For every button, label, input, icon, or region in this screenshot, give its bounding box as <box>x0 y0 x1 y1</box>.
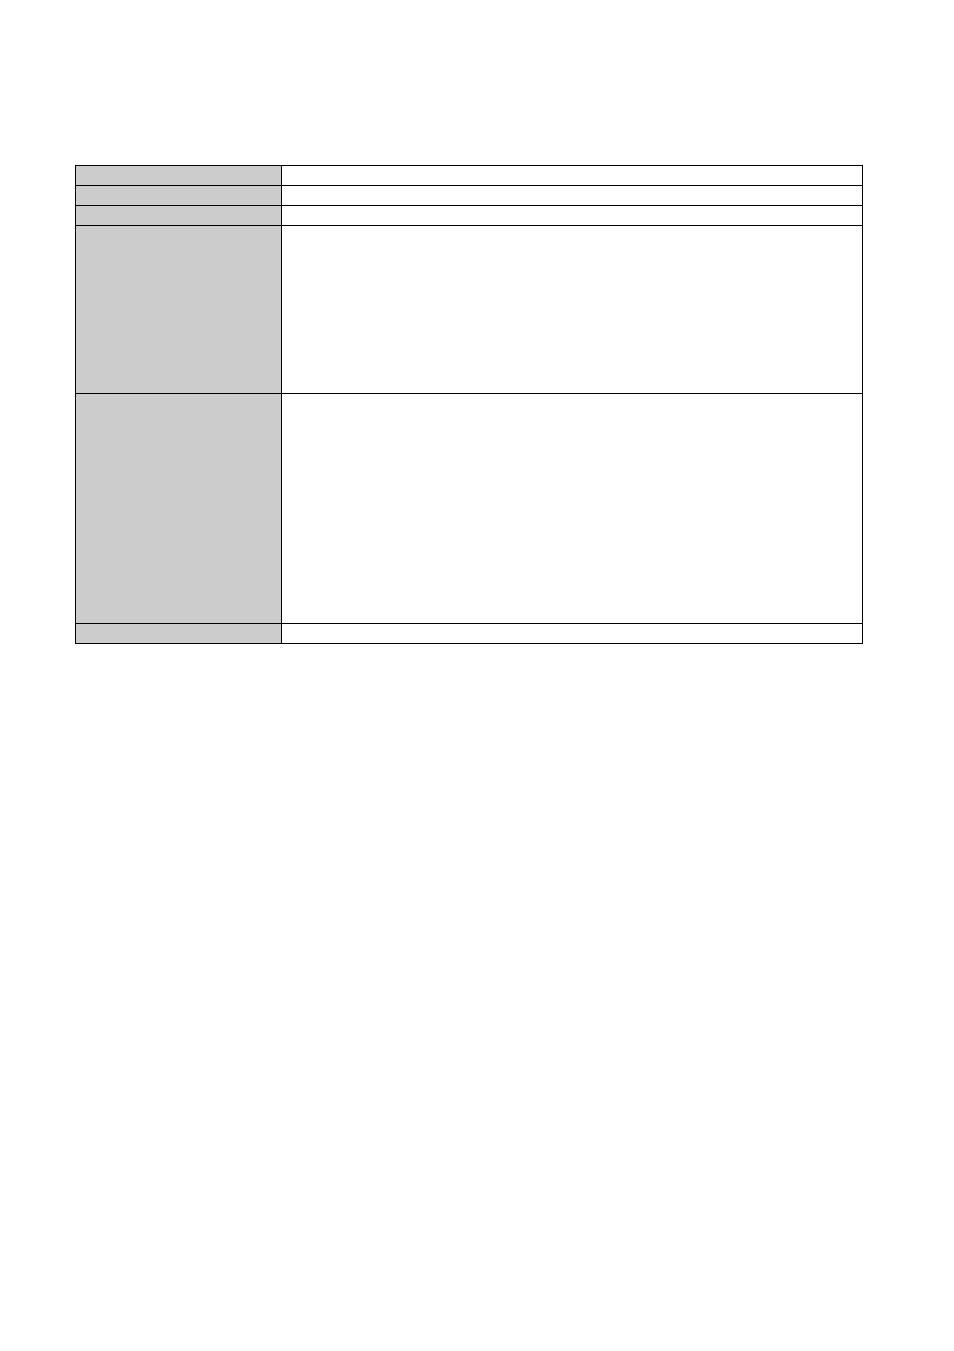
table-row <box>76 394 863 624</box>
table-row <box>76 624 863 644</box>
label-cell <box>76 624 282 644</box>
label-cell <box>76 186 282 206</box>
page <box>0 0 954 1351</box>
table-row <box>76 226 863 394</box>
table-row <box>76 186 863 206</box>
value-cell <box>282 394 863 624</box>
label-cell <box>76 394 282 624</box>
value-cell <box>282 624 863 644</box>
label-cell <box>76 226 282 394</box>
value-cell <box>282 166 863 186</box>
table-row <box>76 206 863 226</box>
label-cell <box>76 166 282 186</box>
value-cell <box>282 206 863 226</box>
value-cell <box>282 186 863 206</box>
value-cell <box>282 226 863 394</box>
form-table <box>75 165 863 644</box>
table-row <box>76 166 863 186</box>
label-cell <box>76 206 282 226</box>
